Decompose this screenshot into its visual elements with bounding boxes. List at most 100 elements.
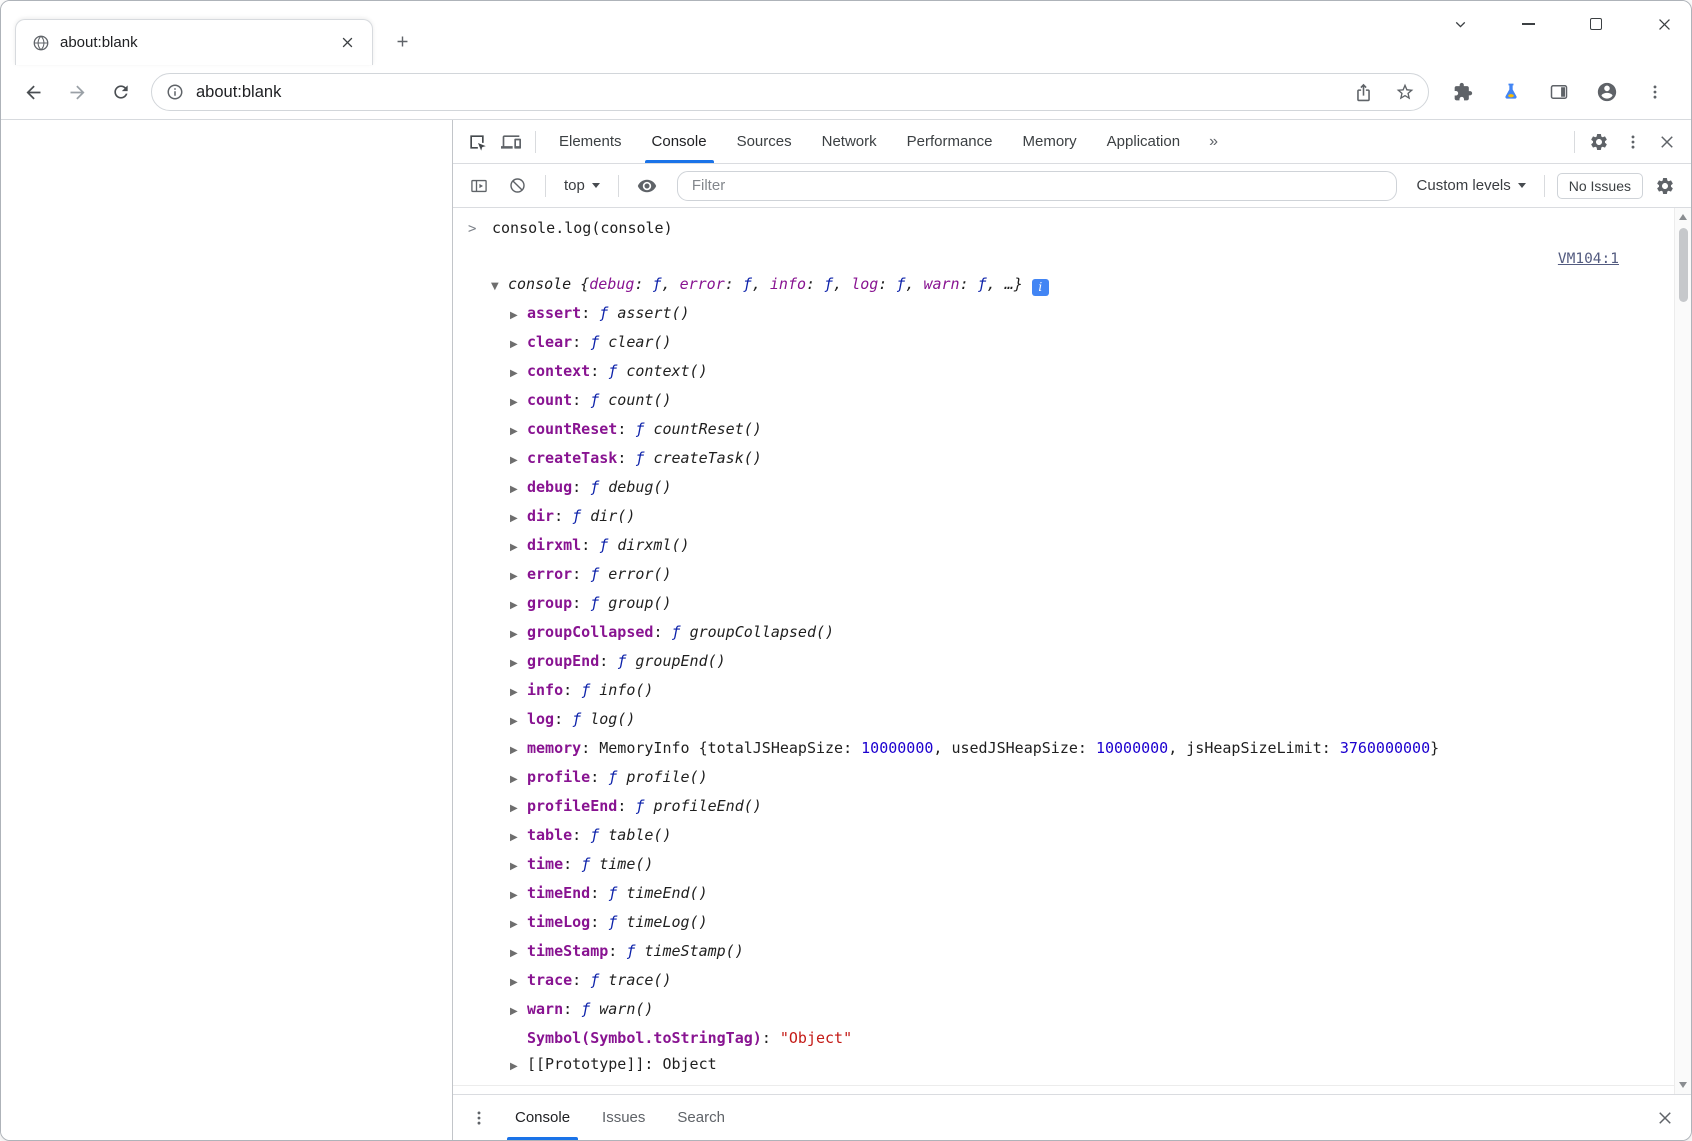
devtools-tab-console[interactable]: Console bbox=[637, 120, 722, 163]
expand-triangle-icon[interactable]: ▼ bbox=[491, 274, 508, 300]
property-dir[interactable]: ▶ dir: ƒ dir() bbox=[453, 503, 1674, 532]
property-clear[interactable]: ▶ clear: ƒ clear() bbox=[453, 329, 1674, 358]
browser-menu-icon[interactable] bbox=[1635, 72, 1675, 112]
collapse-triangle-icon[interactable]: ▶ bbox=[510, 912, 527, 938]
javascript-context-selector[interactable]: top bbox=[558, 177, 606, 194]
maximize-button[interactable] bbox=[1587, 15, 1605, 33]
drawer-tab-console[interactable]: Console bbox=[499, 1095, 586, 1140]
property-time[interactable]: ▶ time: ƒ time() bbox=[453, 851, 1674, 880]
console-settings-gear-icon[interactable] bbox=[1649, 170, 1681, 202]
devtools-menu-icon[interactable] bbox=[1617, 126, 1649, 158]
drawer-close-icon[interactable] bbox=[1649, 1102, 1681, 1134]
collapse-triangle-icon[interactable]: ▶ bbox=[510, 767, 527, 793]
property-memory[interactable]: ▶ memory: MemoryInfo {totalJSHeapSize: 10… bbox=[453, 735, 1674, 764]
collapse-triangle-icon[interactable]: ▶ bbox=[510, 709, 527, 735]
tab-close-icon[interactable] bbox=[332, 28, 362, 58]
window-chevron-icon[interactable] bbox=[1451, 15, 1469, 33]
live-expression-eye-icon[interactable] bbox=[631, 170, 663, 202]
devtools-tab-memory[interactable]: Memory bbox=[1008, 120, 1092, 163]
property-table[interactable]: ▶ table: ƒ table() bbox=[453, 822, 1674, 851]
issues-counter[interactable]: No Issues bbox=[1556, 172, 1643, 199]
collapse-triangle-icon[interactable]: ▶ bbox=[510, 361, 527, 387]
property-log[interactable]: ▶ log: ƒ log() bbox=[453, 706, 1674, 735]
collapse-triangle-icon[interactable]: ▶ bbox=[510, 564, 527, 590]
collapse-triangle-icon[interactable]: ▶ bbox=[510, 941, 527, 967]
property-count[interactable]: ▶ count: ƒ count() bbox=[453, 387, 1674, 416]
property-createtask[interactable]: ▶ createTask: ƒ createTask() bbox=[453, 445, 1674, 474]
bookmark-star-icon[interactable] bbox=[1390, 77, 1420, 107]
collapse-triangle-icon[interactable]: ▶ bbox=[510, 390, 527, 416]
object-preview[interactable]: ▼ console {debug: ƒ, error: ƒ, info: ƒ, l… bbox=[453, 271, 1674, 300]
collapse-triangle-icon[interactable]: ▶ bbox=[510, 593, 527, 619]
property-symbolsymboltostringtag[interactable]: Symbol(Symbol.toStringTag): "Object" bbox=[453, 1025, 1674, 1051]
device-toolbar-icon[interactable] bbox=[495, 126, 527, 158]
scroll-up-icon[interactable] bbox=[1679, 214, 1687, 220]
property-groupend[interactable]: ▶ groupEnd: ƒ groupEnd() bbox=[453, 648, 1674, 677]
drawer-tab-search[interactable]: Search bbox=[661, 1095, 741, 1140]
collapse-triangle-icon[interactable]: ▶ bbox=[510, 535, 527, 561]
collapse-triangle-icon[interactable]: ▶ bbox=[510, 651, 527, 677]
collapse-triangle-icon[interactable]: ▶ bbox=[510, 738, 527, 764]
address-bar[interactable]: about:blank bbox=[151, 73, 1429, 111]
collapse-triangle-icon[interactable]: ▶ bbox=[510, 825, 527, 851]
back-button[interactable] bbox=[13, 72, 53, 112]
profile-avatar-icon[interactable] bbox=[1587, 72, 1627, 112]
property-timelog[interactable]: ▶ timeLog: ƒ timeLog() bbox=[453, 909, 1674, 938]
drawer-tab-issues[interactable]: Issues bbox=[586, 1095, 661, 1140]
collapse-triangle-icon[interactable]: ▶ bbox=[510, 303, 527, 329]
minimize-button[interactable] bbox=[1519, 15, 1537, 33]
property-timeend[interactable]: ▶ timeEnd: ƒ timeEnd() bbox=[453, 880, 1674, 909]
devtools-tab-performance[interactable]: Performance bbox=[892, 120, 1008, 163]
property-assert[interactable]: ▶ assert: ƒ assert() bbox=[453, 300, 1674, 329]
collapse-triangle-icon[interactable]: ▶ bbox=[510, 332, 527, 358]
labs-flask-icon[interactable] bbox=[1491, 72, 1531, 112]
extensions-puzzle-icon[interactable] bbox=[1443, 72, 1483, 112]
reload-button[interactable] bbox=[101, 72, 141, 112]
property-profile[interactable]: ▶ profile: ƒ profile() bbox=[453, 764, 1674, 793]
scrollbar-thumb[interactable] bbox=[1678, 228, 1688, 302]
property-countreset[interactable]: ▶ countReset: ƒ countReset() bbox=[453, 416, 1674, 445]
property-debug[interactable]: ▶ debug: ƒ debug() bbox=[453, 474, 1674, 503]
collapse-triangle-icon[interactable]: ▶ bbox=[510, 1054, 527, 1080]
page-info-icon[interactable] bbox=[166, 83, 184, 101]
scroll-down-icon[interactable] bbox=[1679, 1082, 1687, 1088]
property-timestamp[interactable]: ▶ timeStamp: ƒ timeStamp() bbox=[453, 938, 1674, 967]
property-profileend[interactable]: ▶ profileEnd: ƒ profileEnd() bbox=[453, 793, 1674, 822]
collapse-triangle-icon[interactable]: ▶ bbox=[510, 680, 527, 706]
collapse-triangle-icon[interactable]: ▶ bbox=[510, 506, 527, 532]
devtools-tab-application[interactable]: Application bbox=[1092, 120, 1195, 163]
collapse-triangle-icon[interactable]: ▶ bbox=[510, 999, 527, 1025]
log-levels-dropdown[interactable]: Custom levels bbox=[1411, 177, 1532, 194]
property-prototype[interactable]: ▶ [[Prototype]]: Object bbox=[453, 1051, 1674, 1080]
collapse-triangle-icon[interactable]: ▶ bbox=[510, 970, 527, 996]
source-location-link[interactable]: VM104:1 bbox=[1558, 251, 1619, 267]
side-panel-icon[interactable] bbox=[1539, 72, 1579, 112]
devtools-close-icon[interactable] bbox=[1651, 126, 1683, 158]
devtools-tab-network[interactable]: Network bbox=[807, 120, 892, 163]
property-context[interactable]: ▶ context: ƒ context() bbox=[453, 358, 1674, 387]
collapse-triangle-icon[interactable]: ▶ bbox=[510, 448, 527, 474]
property-trace[interactable]: ▶ trace: ƒ trace() bbox=[453, 967, 1674, 996]
forward-button[interactable] bbox=[57, 72, 97, 112]
collapse-triangle-icon[interactable]: ▶ bbox=[510, 419, 527, 445]
property-warn[interactable]: ▶ warn: ƒ warn() bbox=[453, 996, 1674, 1025]
more-tabs-button[interactable]: » bbox=[1197, 133, 1230, 151]
drawer-menu-icon[interactable] bbox=[463, 1102, 495, 1134]
collapse-triangle-icon[interactable]: ▶ bbox=[510, 854, 527, 880]
new-tab-button[interactable] bbox=[385, 24, 419, 58]
property-error[interactable]: ▶ error: ƒ error() bbox=[453, 561, 1674, 590]
share-icon[interactable] bbox=[1348, 77, 1378, 107]
property-info[interactable]: ▶ info: ƒ info() bbox=[453, 677, 1674, 706]
property-dirxml[interactable]: ▶ dirxml: ƒ dirxml() bbox=[453, 532, 1674, 561]
property-groupcollapsed[interactable]: ▶ groupCollapsed: ƒ groupCollapsed() bbox=[453, 619, 1674, 648]
collapse-triangle-icon[interactable]: ▶ bbox=[510, 622, 527, 648]
info-badge-icon[interactable]: i bbox=[1031, 278, 1049, 296]
close-button[interactable] bbox=[1655, 15, 1673, 33]
collapse-triangle-icon[interactable]: ▶ bbox=[510, 796, 527, 822]
clear-console-icon[interactable] bbox=[501, 170, 533, 202]
property-group[interactable]: ▶ group: ƒ group() bbox=[453, 590, 1674, 619]
browser-tab[interactable]: about:blank bbox=[15, 19, 373, 65]
inspect-element-icon[interactable] bbox=[461, 126, 493, 158]
filter-input[interactable] bbox=[676, 170, 1397, 201]
devtools-settings-gear-icon[interactable] bbox=[1583, 126, 1615, 158]
